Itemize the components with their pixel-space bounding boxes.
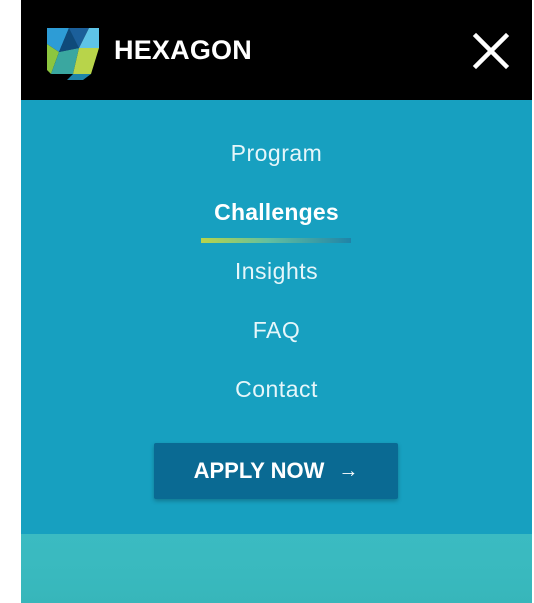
nav-item-insights[interactable]: Insights bbox=[21, 258, 532, 285]
arrow-right-icon: → bbox=[338, 459, 359, 482]
nav-item-program[interactable]: Program bbox=[21, 140, 532, 167]
close-icon[interactable] bbox=[472, 32, 510, 70]
mobile-screen: HEXAGON Program Challenges Insights FAQ … bbox=[21, 0, 532, 603]
nav-item-challenges[interactable]: Challenges bbox=[21, 199, 532, 226]
hexagon-logo-icon[interactable] bbox=[43, 22, 103, 82]
site-header: HEXAGON bbox=[21, 0, 532, 100]
apply-now-button[interactable]: APPLY NOW → bbox=[154, 443, 398, 499]
nav-item-faq[interactable]: FAQ bbox=[21, 317, 532, 344]
brand-name[interactable]: HEXAGON bbox=[114, 28, 252, 72]
navigation-menu: Program Challenges Insights FAQ Contact … bbox=[21, 100, 532, 534]
page-background-strip bbox=[21, 534, 532, 603]
apply-now-label: APPLY NOW bbox=[193, 458, 325, 483]
nav-item-contact[interactable]: Contact bbox=[21, 376, 532, 403]
active-nav-underline bbox=[201, 238, 351, 243]
